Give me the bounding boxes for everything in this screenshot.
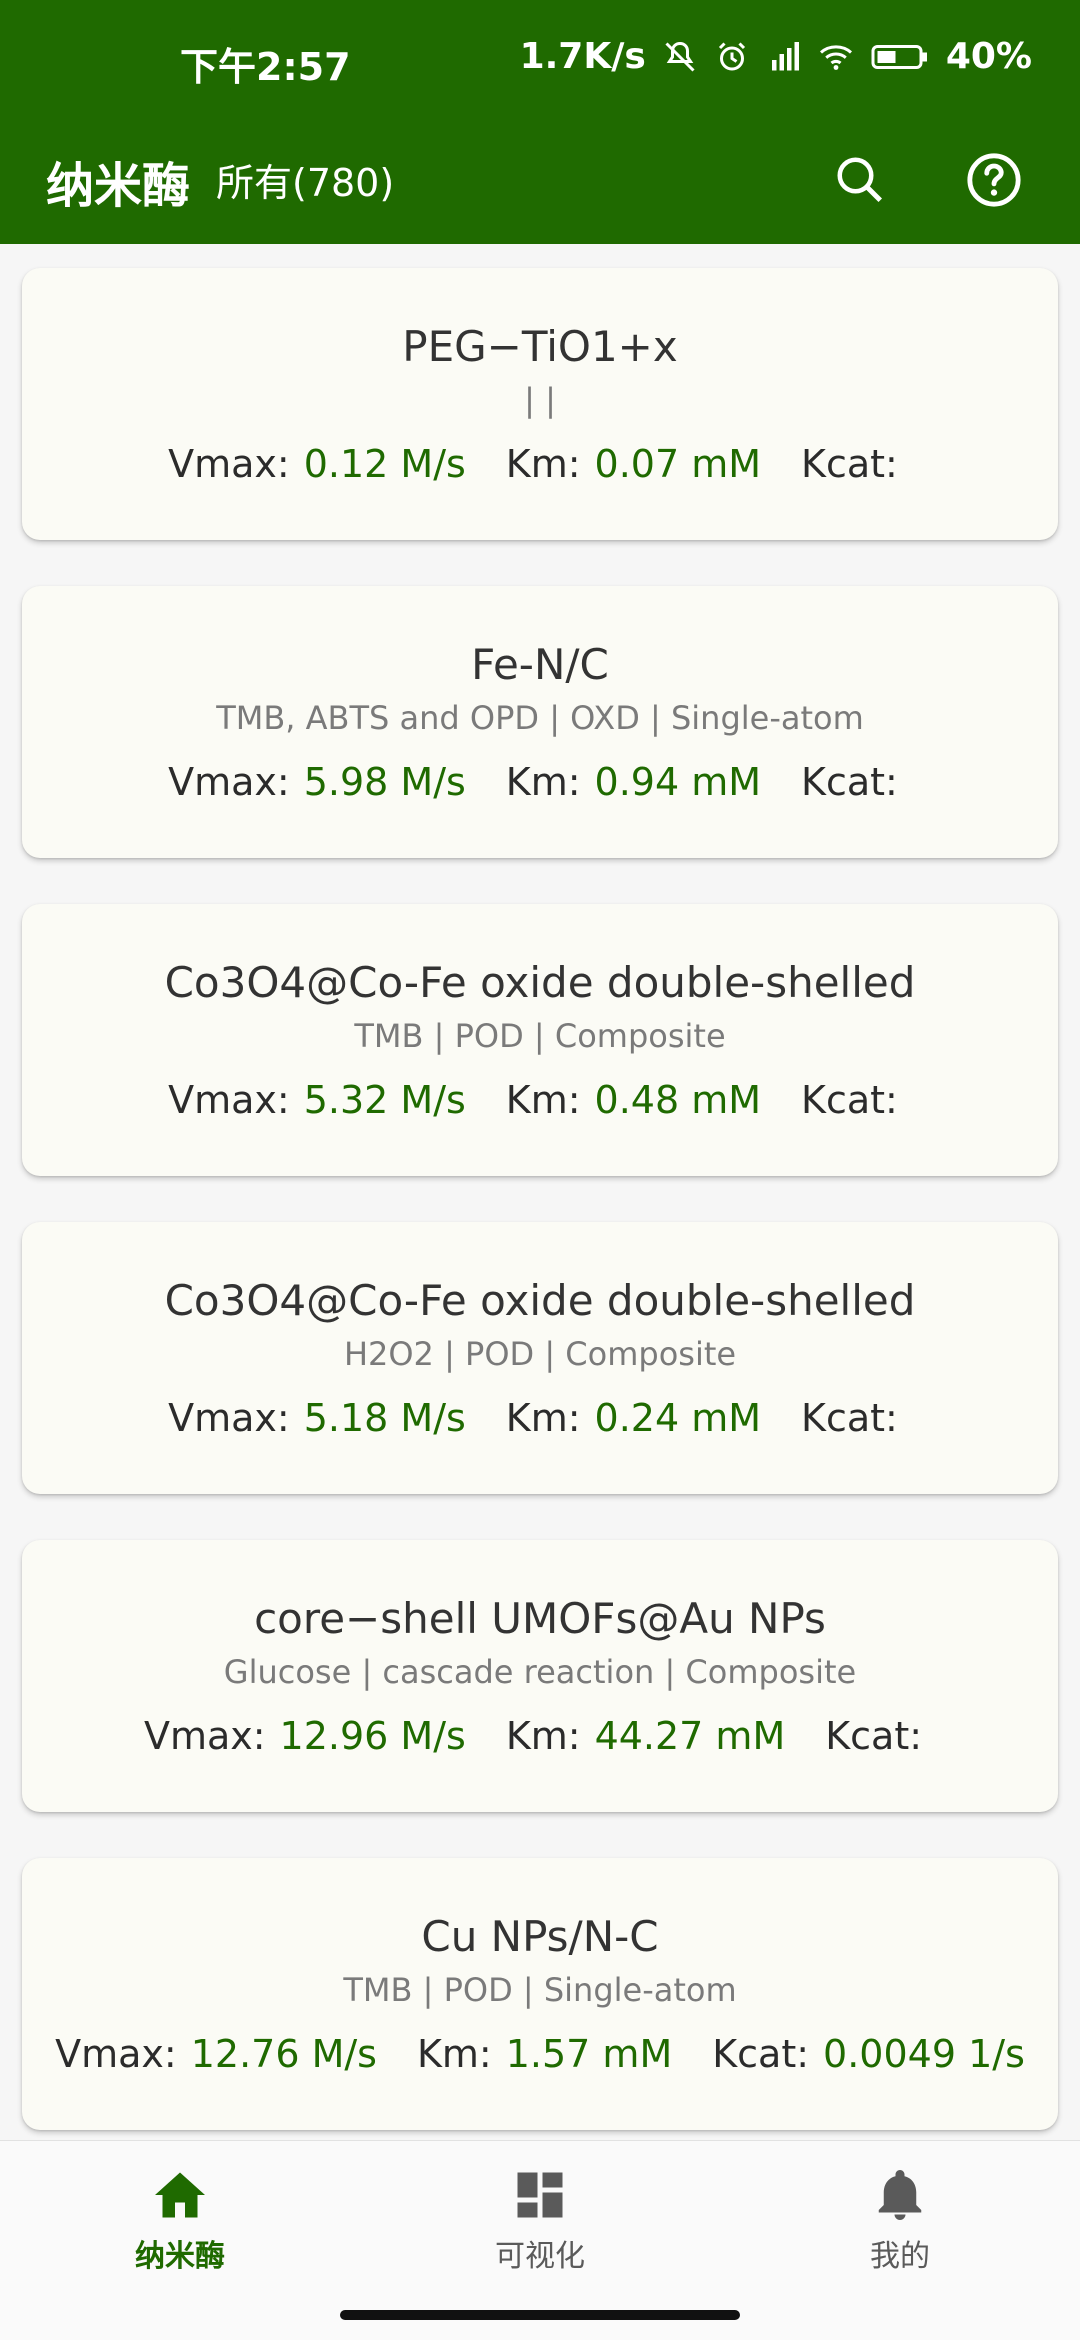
card-title: Co3O4@Co-Fe oxide double-shelled — [164, 1276, 916, 1325]
kcat-label: Kcat: — [801, 442, 898, 486]
mute-icon — [665, 41, 695, 72]
nav-label: 纳米酶 — [135, 2239, 225, 2274]
nanozyme-card[interactable]: Co3O4@Co-Fe oxide double-shelled TMB | P… — [22, 904, 1058, 1176]
km-value: 0.07 mM — [594, 442, 762, 486]
card-title: Fe-N/C — [471, 640, 609, 689]
kcat-value: 0.0049 1/s — [823, 2032, 1025, 2076]
battery-icon — [871, 44, 927, 69]
km-label: Km: — [505, 1396, 581, 1440]
card-title: PEG−TiO1+x — [402, 322, 678, 371]
vmax-value: 5.18 M/s — [303, 1396, 466, 1440]
km-label: Km: — [416, 2032, 492, 2076]
nav-label: 可视化 — [495, 2239, 585, 2274]
nanozyme-card[interactable]: Fe-N/C TMB, ABTS and OPD | OXD | Single-… — [22, 586, 1058, 858]
nav-tab-visualize[interactable]: 可视化 — [410, 2165, 670, 2275]
dashboard-icon — [517, 2172, 563, 2218]
home-icon — [155, 2172, 205, 2218]
vmax-label: Vmax: — [55, 2032, 177, 2076]
vmax-label: Vmax: — [168, 442, 290, 486]
km-value: 0.48 mM — [594, 1078, 762, 1122]
vmax-value: 12.76 M/s — [190, 2032, 377, 2076]
nav-tab-mine[interactable]: 我的 — [770, 2165, 1030, 2275]
card-tags: H2O2 | POD | Composite — [343, 1335, 737, 1373]
km-value: 0.24 mM — [594, 1396, 762, 1440]
km-value: 1.57 mM — [505, 2032, 673, 2076]
alarm-icon — [718, 41, 745, 70]
app-title: 纳米酶 — [46, 158, 191, 214]
nanozyme-card[interactable]: Cu NPs/N-C TMB | POD | Single-atom Vmax:… — [22, 1858, 1058, 2130]
help-icon — [967, 153, 1021, 207]
nanozyme-card[interactable]: core−shell UMOFs@Au NPs Glucose | cascad… — [22, 1540, 1058, 1812]
kcat-label: Kcat: — [712, 2032, 810, 2076]
vmax-value: 0.12 M/s — [303, 442, 466, 486]
bell-icon — [878, 2170, 922, 2220]
battery-level: 40% — [945, 36, 1032, 77]
status-right: 1.7K/s 40% — [520, 36, 1032, 77]
network-speed: 1.7K/s — [519, 36, 646, 77]
card-tags: Glucose | cascade reaction | Composite — [223, 1653, 857, 1691]
wifi-icon — [819, 44, 852, 70]
help-button[interactable] — [954, 140, 1034, 220]
app-bar: 纳米酶 所有(780) — [0, 124, 1080, 244]
card-metrics: Vmax: 5.98 M/s Km: 0.94 mM Kcat: — [168, 756, 912, 808]
card-title: Cu NPs/N-C — [421, 1912, 659, 1961]
search-icon — [837, 157, 883, 203]
app-root: 下午2:57 1.7K/s 40% 纳米酶 所有(780) PEG−TiO1+x… — [0, 0, 1080, 2340]
nav-label: 我的 — [870, 2239, 930, 2274]
vmax-value: 5.98 M/s — [303, 760, 466, 804]
nav-tab-nanozyme[interactable]: 纳米酶 — [50, 2165, 310, 2275]
km-value: 44.27 mM — [594, 1714, 786, 1758]
km-label: Km: — [505, 1714, 581, 1758]
km-value: 0.94 mM — [594, 760, 762, 804]
status-time: 下午2:57 — [180, 45, 351, 89]
search-button[interactable] — [820, 140, 900, 220]
home-indicator[interactable] — [340, 2310, 740, 2320]
card-tags: TMB | POD | Single-atom — [343, 1971, 737, 2009]
vmax-label: Vmax: — [143, 1714, 266, 1758]
kcat-label: Kcat: — [801, 1078, 898, 1122]
km-label: Km: — [505, 1078, 581, 1122]
card-metrics: Vmax: 12.76 M/s Km: 1.57 mM Kcat: 0.0049 1/… — [55, 2028, 1025, 2080]
vmax-label: Vmax: — [168, 760, 290, 804]
card-title: Co3O4@Co-Fe oxide double-shelled — [164, 958, 916, 1007]
nanozyme-card[interactable]: PEG−TiO1+x | | Vmax: 0.12 M/s Km: 0.07 mM … — [22, 268, 1058, 540]
card-tags: TMB, ABTS and OPD | OXD | Single-atom — [216, 699, 864, 737]
card-metrics: Vmax: 5.18 M/s Km: 0.24 mM Kcat: — [168, 1392, 912, 1444]
card-title: core−shell UMOFs@Au NPs — [254, 1594, 826, 1643]
vmax-value: 12.96 M/s — [279, 1714, 466, 1758]
kcat-label: Kcat: — [801, 760, 898, 804]
nanozyme-card[interactable]: Co3O4@Co-Fe oxide double-shelled H2O2 | … — [22, 1222, 1058, 1494]
vmax-label: Vmax: — [168, 1078, 290, 1122]
card-metrics: Vmax: 12.96 M/s Km: 44.27 mM Kcat: — [144, 1710, 936, 1762]
kcat-label: Kcat: — [825, 1714, 923, 1758]
km-label: Km: — [505, 442, 581, 486]
card-tags: TMB | POD | Composite — [354, 1017, 726, 1055]
km-label: Km: — [505, 760, 581, 804]
kcat-label: Kcat: — [801, 1396, 898, 1440]
vmax-label: Vmax: — [168, 1396, 290, 1440]
signal-icon — [771, 41, 799, 70]
card-tags: | | — [524, 381, 556, 419]
item-count: 所有(780) — [216, 161, 395, 205]
card-metrics: Vmax: 0.12 M/s Km: 0.07 mM Kcat: — [168, 438, 912, 490]
status-bar: 下午2:57 1.7K/s 40% — [0, 0, 1080, 124]
nanozyme-list[interactable]: PEG−TiO1+x | | Vmax: 0.12 M/s Km: 0.07 mM … — [0, 244, 1080, 2140]
card-metrics: Vmax: 5.32 M/s Km: 0.48 mM Kcat: — [168, 1074, 912, 1126]
vmax-value: 5.32 M/s — [303, 1078, 466, 1122]
